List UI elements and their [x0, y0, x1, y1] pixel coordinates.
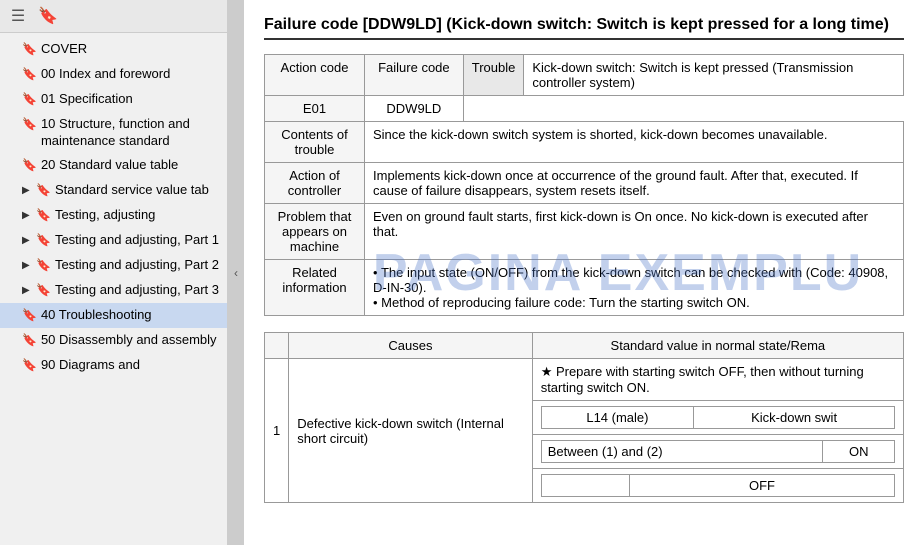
cause-description: Defective kick-down switch (Internal sho…: [289, 359, 532, 503]
expand-arrow-icon[interactable]: ▶: [22, 259, 32, 272]
between-label: Between (1) and (2): [541, 441, 823, 463]
sub-header-row: L14 (male) Kick-down swit: [532, 401, 903, 435]
row-related-content: • The input state (ON/OFF) from the kick…: [365, 260, 904, 316]
sidebar-item-label: Testing, adjusting: [55, 207, 219, 224]
bookmark-icon: 🔖: [36, 233, 51, 249]
causes-table: Causes Standard value in normal state/Re…: [264, 332, 904, 503]
sidebar-item-std-service[interactable]: ▶ 🔖Standard service value tab: [0, 178, 227, 203]
bookmark-icon: 🔖: [36, 183, 51, 199]
sidebar-item-label: Testing and adjusting, Part 1: [55, 232, 219, 249]
sidebar-item-40-trouble[interactable]: 🔖40 Troubleshooting: [0, 303, 227, 328]
row-problem-content: Even on ground fault starts, first kick-…: [365, 204, 904, 260]
sidebar-item-label: 20 Standard value table: [41, 157, 219, 174]
sidebar-item-50-disassembly[interactable]: 🔖50 Disassembly and assembly: [0, 328, 227, 353]
sidebar-item-10-structure[interactable]: 🔖10 Structure, function and maintenance …: [0, 112, 227, 154]
causes-col-standard: Standard value in normal state/Rema: [532, 333, 903, 359]
expand-arrow-icon[interactable]: ▶: [22, 209, 32, 222]
row-action-header: Action of controller: [265, 163, 365, 204]
off-label: [541, 475, 629, 497]
failure-code-value: DDW9LD: [365, 96, 464, 122]
menu-icon[interactable]: ☰: [6, 4, 30, 28]
sidebar-item-label: Standard service value tab: [55, 182, 219, 199]
off-row: OFF: [532, 469, 903, 503]
row-action-content: Implements kick-down once at occurrence …: [365, 163, 904, 204]
sidebar-item-00-index[interactable]: 🔖00 Index and foreword: [0, 62, 227, 87]
sidebar-collapse-button[interactable]: ‹: [228, 0, 244, 545]
info-table: Action code Failure code Trouble Kick-do…: [264, 54, 904, 316]
page-title: Failure code [DDW9LD] (Kick-down switch:…: [264, 16, 904, 40]
sidebar-item-testing-adj-3[interactable]: ▶ 🔖Testing and adjusting, Part 3: [0, 278, 227, 303]
row-contents-header: Contents of trouble: [265, 122, 365, 163]
causes-col-num: [265, 333, 289, 359]
on-value: ON: [823, 441, 895, 463]
sidebar-item-testing1[interactable]: ▶ 🔖Testing, adjusting: [0, 203, 227, 228]
bookmark-icon: 🔖: [22, 117, 37, 133]
sidebar-nav: 🔖COVER🔖00 Index and foreword🔖01 Specific…: [0, 33, 227, 545]
sidebar-item-label: 90 Diagrams and: [41, 357, 219, 374]
trouble-desc-cell: Kick-down switch: Switch is kept pressed…: [524, 55, 904, 96]
bookmark-icon: 🔖: [22, 358, 37, 374]
sidebar-item-testing-adj-2[interactable]: ▶ 🔖Testing and adjusting, Part 2: [0, 253, 227, 278]
bookmark-icon: 🔖: [36, 258, 51, 274]
sidebar-item-label: Testing and adjusting, Part 2: [55, 257, 219, 274]
causes-col-causes: Causes: [289, 333, 532, 359]
sidebar-item-20-standard[interactable]: 🔖20 Standard value table: [0, 153, 227, 178]
row-related-header: Related information: [265, 260, 365, 316]
sidebar-item-90-diagrams[interactable]: 🔖90 Diagrams and: [0, 353, 227, 378]
row-contents-content: Since the kick-down switch system is sho…: [365, 122, 904, 163]
sidebar-item-label: Testing and adjusting, Part 3: [55, 282, 219, 299]
sidebar-toolbar: ☰ 🔖: [0, 0, 227, 33]
row-problem-header: Problem that appears on machine: [265, 204, 365, 260]
col-failure-code: Failure code: [365, 55, 464, 96]
bookmark-icon: 🔖: [22, 92, 37, 108]
sidebar-item-label: COVER: [41, 41, 219, 58]
sidebar: ☰ 🔖 🔖COVER🔖00 Index and foreword🔖01 Spec…: [0, 0, 228, 545]
bookmark-icon: 🔖: [36, 283, 51, 299]
col-action-code: Action code: [265, 55, 365, 96]
sidebar-item-label: 00 Index and foreword: [41, 66, 219, 83]
between-row: Between (1) and (2) ON: [532, 435, 903, 469]
l14-male-header: L14 (male): [541, 407, 693, 429]
cause-prep: ★ Prepare with starting switch OFF, then…: [532, 359, 903, 401]
expand-arrow-icon[interactable]: ▶: [22, 284, 32, 297]
sidebar-item-testing-adj-1[interactable]: ▶ 🔖Testing and adjusting, Part 1: [0, 228, 227, 253]
action-code-value: E01: [265, 96, 365, 122]
off-value: OFF: [630, 475, 895, 497]
bookmark-toolbar-icon[interactable]: 🔖: [36, 4, 60, 28]
bookmark-icon: 🔖: [22, 333, 37, 349]
kickdown-header: Kick-down swit: [694, 407, 895, 429]
expand-arrow-icon[interactable]: ▶: [22, 234, 32, 247]
col-trouble: Trouble: [463, 55, 524, 96]
bookmark-icon: 🔖: [22, 308, 37, 324]
bookmark-icon: 🔖: [36, 208, 51, 224]
expand-arrow-icon[interactable]: ▶: [22, 184, 32, 197]
sidebar-item-cover[interactable]: 🔖COVER: [0, 37, 227, 62]
sidebar-item-label: 40 Troubleshooting: [41, 307, 219, 324]
sidebar-item-label: 50 Disassembly and assembly: [41, 332, 219, 349]
bookmark-icon: 🔖: [22, 158, 37, 174]
bookmark-icon: 🔖: [22, 67, 37, 83]
sidebar-item-label: 01 Specification: [41, 91, 219, 108]
sidebar-item-01-spec[interactable]: 🔖01 Specification: [0, 87, 227, 112]
main-content: PAGINA EXEMPLU Failure code [DDW9LD] (Ki…: [244, 0, 924, 545]
table-row: 1 Defective kick-down switch (Internal s…: [265, 359, 904, 401]
bookmark-icon: 🔖: [22, 42, 37, 58]
sidebar-item-label: 10 Structure, function and maintenance s…: [41, 116, 219, 150]
cause-num: 1: [265, 359, 289, 503]
